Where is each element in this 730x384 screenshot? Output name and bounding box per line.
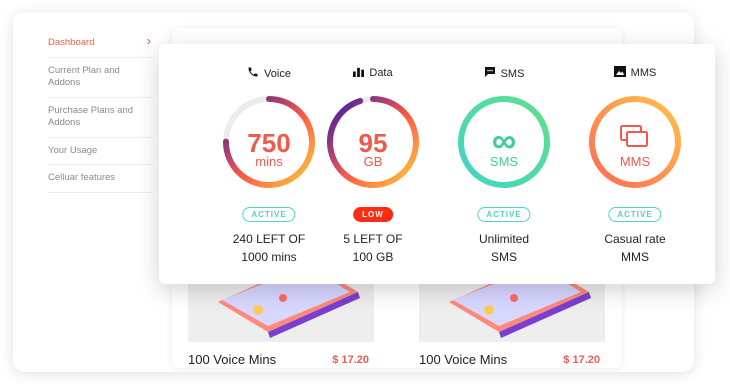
usage-desc-line: Casual rate: [604, 232, 666, 246]
usage-description: Unlimited SMS: [439, 230, 569, 266]
plan-name: 100 Voice Mins: [188, 352, 277, 367]
usage-title: Voice: [264, 67, 291, 80]
usage-title: MMS: [630, 67, 657, 79]
usage-data: Data 95 GB LOW 5 LEFT OF 100 GB: [308, 44, 438, 284]
usage-desc-line: Unlimited: [478, 232, 529, 246]
status-badge: ACTIVE: [608, 207, 662, 222]
mms-cards-icon: [619, 124, 651, 155]
chevron-right-icon: ›: [146, 33, 151, 48]
phone-icon: [247, 66, 259, 81]
status-badge: ACTIVE: [477, 207, 531, 222]
usage-desc-line: 5 LEFT OF: [343, 232, 403, 246]
usage-panel: Voice 750 mins ACTIVE 240 LEFT OF 1000 m…: [159, 44, 715, 284]
usage-unit: GB: [363, 154, 383, 169]
sidebar-item-label: Your Usage: [48, 144, 98, 156]
usage-desc-line: SMS: [490, 250, 517, 264]
usage-sms: SMS ∞ SMS ACTIVE Unlimited SMS: [439, 44, 569, 284]
image-icon: [613, 66, 626, 80]
bar-chart-icon: [353, 66, 365, 80]
usage-description: 5 LEFT OF 100 GB: [308, 230, 438, 266]
sidebar-item-dashboard[interactable]: Dashboard ›: [48, 30, 153, 58]
usage-desc-line: 100 GB: [352, 250, 394, 264]
sidebar-item-current-plan[interactable]: Current Plan and Addons: [48, 58, 153, 98]
usage-title: Data: [369, 67, 393, 79]
sidebar-item-label: Dashboard: [48, 37, 95, 48]
usage-desc-line: MMS: [621, 250, 649, 264]
sidebar-item-cellular-features[interactable]: Celluar features: [48, 165, 153, 193]
message-icon: [484, 66, 496, 81]
usage-mms: MMS MMS ACTIVE Casual rate MMS: [570, 44, 700, 284]
usage-header: MMS: [570, 66, 700, 80]
sidebar-item-label: Current Plan and Addons: [48, 64, 120, 89]
usage-description: Casual rate MMS: [570, 230, 700, 266]
status-badge: ACTIVE: [242, 207, 296, 222]
plan-card[interactable]: 100 Voice Mins $ 17.20: [174, 282, 384, 372]
usage-unit: MMS: [619, 154, 651, 169]
sidebar-item-your-usage[interactable]: Your Usage: [48, 138, 153, 165]
plan-price: $ 17.20: [563, 354, 600, 366]
plan-price: $ 17.20: [332, 354, 369, 366]
status-badge: LOW: [353, 207, 393, 222]
sidebar: Dashboard › Current Plan and Addons Purc…: [48, 30, 153, 193]
usage-unit: SMS: [489, 154, 519, 169]
usage-header: SMS: [439, 66, 569, 81]
plan-name: 100 Voice Mins: [419, 352, 508, 367]
phone-illustration: [188, 282, 374, 342]
sidebar-item-purchase-plans[interactable]: Purchase Plans and Addons: [48, 98, 153, 138]
plan-card[interactable]: 100 Voice Mins $ 17.20: [405, 282, 615, 372]
phone-illustration: [419, 282, 605, 342]
sidebar-item-label: Purchase Plans and Addons: [48, 104, 134, 129]
usage-header: Data: [308, 66, 438, 80]
usage-title: SMS: [500, 67, 525, 80]
sidebar-item-label: Celluar features: [48, 172, 116, 183]
